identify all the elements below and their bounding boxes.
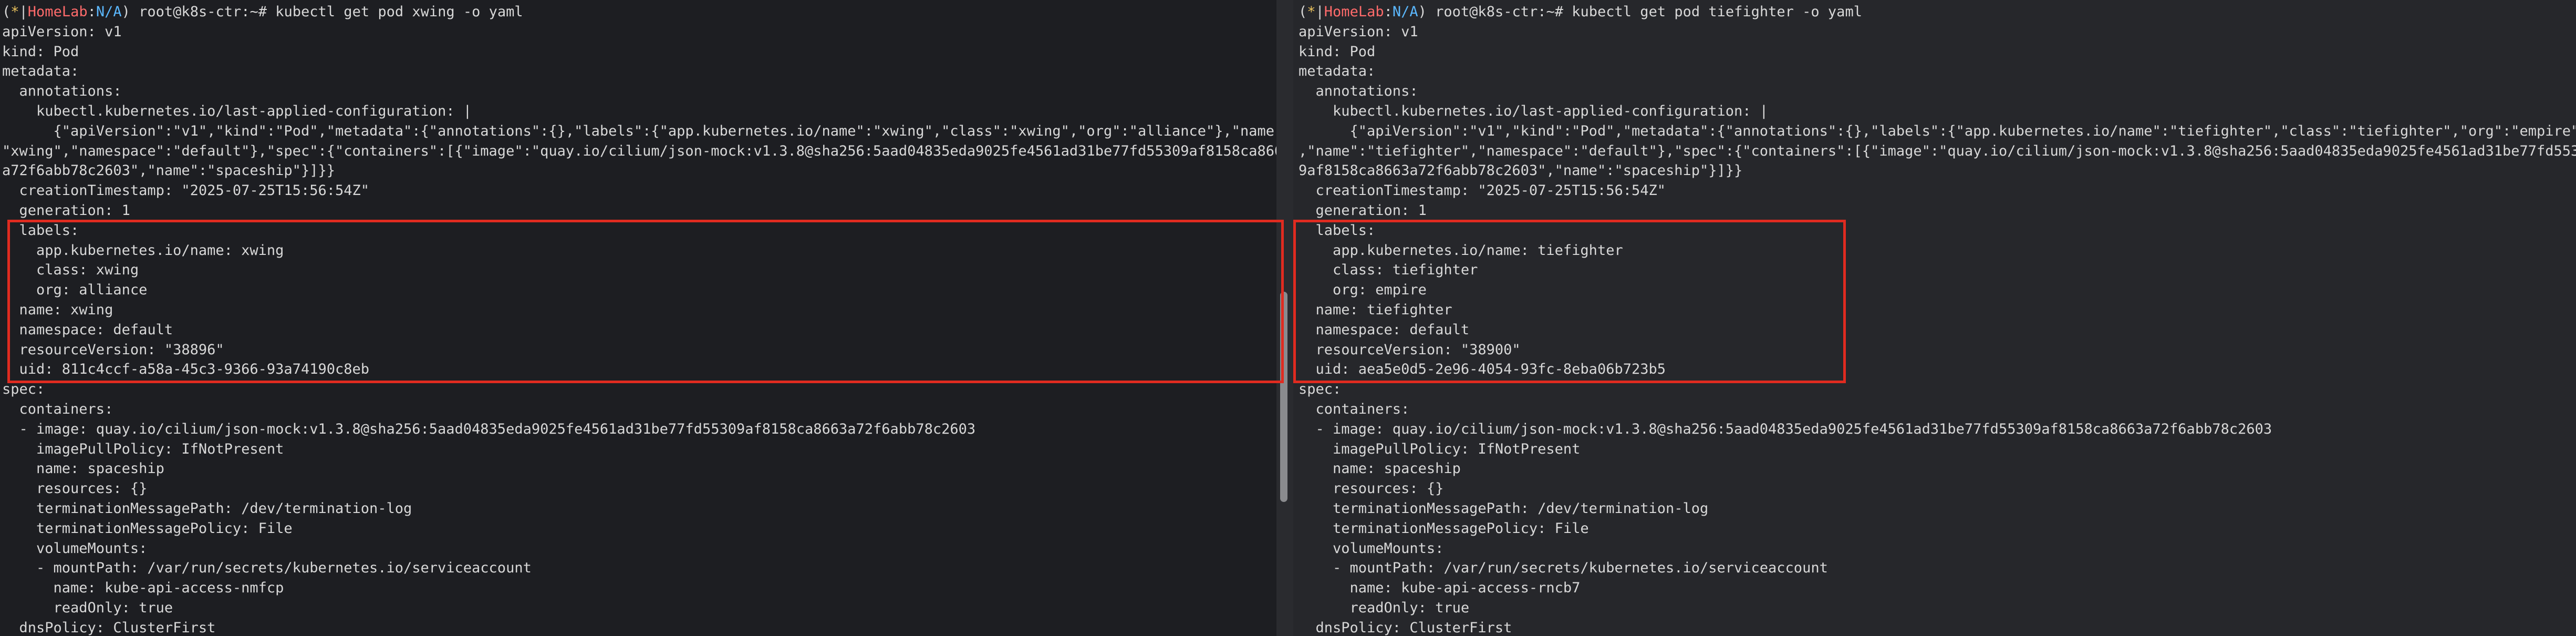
prompt-namespace: N/A: [1392, 4, 1418, 20]
output-line: uid: 811c4ccf-a58a-45c3-9366-93a74190c8e…: [2, 361, 369, 378]
output-lines: apiVersion: v1 kind: Pod metadata: annotat…: [1299, 22, 2576, 636]
prompt-separator: |: [19, 4, 28, 20]
output-lines: apiVersion: v1 kind: Pod metadata: annotat…: [2, 22, 1276, 636]
output-line: name: kube-api-access-rncb7: [1299, 580, 1581, 597]
output-line: name: tiefighter: [1299, 301, 1452, 318]
output-line: readOnly: true: [1299, 599, 1470, 616]
output-line: app.kubernetes.io/name: xwing: [2, 242, 284, 259]
output-line: containers:: [1299, 401, 1410, 417]
terminal-pane-right[interactable]: (*|HomeLab:N/A) root@k8s-ctr:~# kubectl …: [1293, 0, 2576, 636]
output-line: ,"name":"tiefighter","namespace":"defaul…: [1299, 142, 2576, 159]
output-line: - mountPath: /var/run/secrets/kubernetes…: [1299, 560, 1828, 577]
terminal-pane-left[interactable]: (*|HomeLab:N/A) root@k8s-ctr:~# kubectl …: [0, 0, 1276, 636]
output-line: resources: {}: [1299, 480, 1444, 497]
prompt-line: (*|HomeLab:N/A) root@k8s-ctr:~# kubectl …: [1299, 2, 2576, 22]
output-line: dnsPolicy: ClusterFirst: [1299, 619, 1512, 636]
output-line: apiVersion: v1: [2, 23, 122, 40]
output-line: volumeMounts:: [2, 540, 148, 557]
output-line: terminationMessagePolicy: File: [2, 520, 293, 537]
output-line: resourceVersion: "38900": [1299, 341, 1521, 358]
output-line: annotations:: [1299, 83, 1418, 100]
output-line: kubectl.kubernetes.io/last-applied-confi…: [1299, 102, 1769, 119]
prompt-command: kubectl get pod xwing -o yaml: [275, 4, 523, 20]
output-line: kubectl.kubernetes.io/last-applied-confi…: [2, 102, 472, 119]
prompt-star: *: [11, 4, 19, 20]
output-line: terminationMessagePolicy: File: [1299, 520, 1589, 537]
prompt-context: HomeLab: [27, 4, 88, 20]
output-line: apiVersion: v1: [1299, 23, 1418, 40]
output-line: creationTimestamp: "2025-07-25T15:56:54Z…: [2, 182, 369, 199]
output-line: labels:: [2, 222, 79, 239]
output-line: "xwing","namespace":"default"},"spec":{"…: [2, 142, 1276, 159]
output-line: - image: quay.io/cilium/json-mock:v1.3.8…: [2, 420, 976, 437]
output-line: volumeMounts:: [1299, 540, 1444, 557]
prompt-open-paren: (: [1299, 4, 1307, 20]
output-line: org: alliance: [2, 282, 148, 299]
output-line: readOnly: true: [2, 599, 173, 616]
output-line: spec:: [2, 381, 45, 398]
output-line: resources: {}: [2, 480, 148, 497]
output-line: metadata:: [2, 63, 79, 80]
output-line: class: tiefighter: [1299, 262, 1478, 279]
prompt-close-paren: ): [121, 4, 139, 20]
output-line: uid: aea5e0d5-2e96-4054-93fc-8eba06b723b…: [1299, 361, 1666, 378]
prompt-namespace: N/A: [96, 4, 122, 20]
prompt-line: (*|HomeLab:N/A) root@k8s-ctr:~# kubectl …: [2, 2, 1276, 22]
output-line: - image: quay.io/cilium/json-mock:v1.3.8…: [1299, 420, 2272, 437]
output-line: metadata:: [1299, 63, 1376, 80]
output-line: class: xwing: [2, 262, 139, 279]
output-line: kind: Pod: [2, 43, 79, 60]
output-line: namespace: default: [1299, 321, 1470, 338]
output-line: generation: 1: [1299, 202, 1427, 219]
prompt-host: root@k8s-ctr:~#: [1435, 4, 1563, 20]
output-line: terminationMessagePath: /dev/termination…: [1299, 500, 1709, 517]
output-line: imagePullPolicy: IfNotPresent: [1299, 440, 1581, 457]
output-line: labels:: [1299, 222, 1376, 239]
prompt-star: *: [1307, 4, 1316, 20]
output-line: containers:: [2, 401, 113, 417]
output-line: app.kubernetes.io/name: tiefighter: [1299, 242, 1623, 259]
prompt-colon: :: [1384, 4, 1393, 20]
output-line: name: spaceship: [1299, 460, 1461, 477]
output-line: generation: 1: [2, 202, 130, 219]
prompt-command: kubectl get pod tiefighter -o yaml: [1572, 4, 1862, 20]
output-line: - mountPath: /var/run/secrets/kubernetes…: [2, 560, 532, 577]
output-line: name: kube-api-access-nmfcp: [2, 580, 284, 597]
output-line: dnsPolicy: ClusterFirst: [2, 619, 216, 636]
output-line: spec:: [1299, 381, 1342, 398]
terminal-window: (*|HomeLab:N/A) root@k8s-ctr:~# kubectl …: [0, 0, 2576, 636]
output-line: creationTimestamp: "2025-07-25T15:56:54Z…: [1299, 182, 1666, 199]
prompt-open-paren: (: [2, 4, 11, 20]
output-line: {"apiVersion":"v1","kind":"Pod","metadat…: [2, 122, 1276, 139]
output-line: namespace: default: [2, 321, 173, 338]
output-line: imagePullPolicy: IfNotPresent: [2, 440, 284, 457]
prompt-colon: :: [87, 4, 96, 20]
prompt-host: root@k8s-ctr:~#: [139, 4, 267, 20]
output-line: {"apiVersion":"v1","kind":"Pod","metadat…: [1299, 122, 2576, 139]
output-line: terminationMessagePath: /dev/termination…: [2, 500, 412, 517]
output-line: name: spaceship: [2, 460, 164, 477]
output-line: 9af8158ca8663a72f6abb78c2603","name":"sp…: [1299, 162, 1743, 179]
output-line: resourceVersion: "38896": [2, 341, 224, 358]
output-line: name: xwing: [2, 301, 113, 318]
prompt-separator: |: [1315, 4, 1324, 20]
output-line: a72f6abb78c2603","name":"spaceship"}]}}: [2, 162, 335, 179]
prompt-context: HomeLab: [1324, 4, 1384, 20]
output-line: kind: Pod: [1299, 43, 1376, 60]
prompt-close-paren: ): [1418, 4, 1436, 20]
output-line: annotations:: [2, 83, 122, 100]
scrollbar-thumb[interactable]: [1280, 292, 1287, 502]
output-line: org: empire: [1299, 282, 1427, 299]
